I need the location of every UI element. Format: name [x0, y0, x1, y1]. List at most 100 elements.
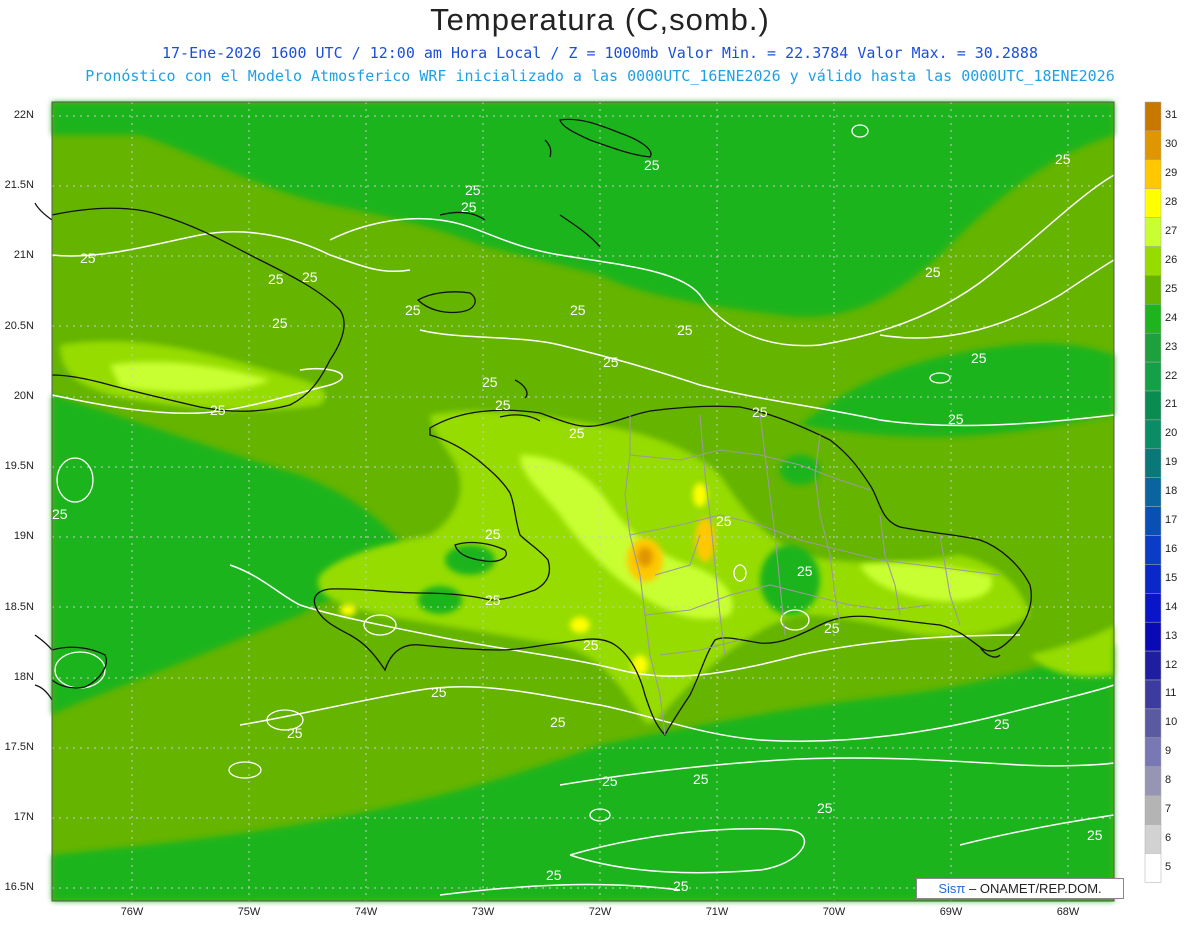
- contour-label: 25: [673, 878, 689, 894]
- colorbar-swatch: [1144, 390, 1162, 421]
- colorbar-label: 21: [1165, 398, 1178, 411]
- lat-label: 19.5N: [4, 460, 34, 472]
- lon-label: 73W: [471, 906, 495, 918]
- colorbar-label: 18: [1165, 485, 1178, 498]
- contour-label: 25: [994, 716, 1010, 732]
- contour-label: 25: [644, 157, 660, 173]
- contour-label: 25: [272, 315, 288, 331]
- colorbar-label: 19: [1165, 456, 1178, 469]
- contour-label: 25: [817, 800, 833, 816]
- contour-label: 25: [1087, 827, 1103, 843]
- colorbar-swatch: [1144, 275, 1162, 305]
- colorbar-swatch: [1144, 419, 1162, 450]
- colorbar-swatch: [1144, 246, 1162, 276]
- contour-label: 25: [716, 513, 732, 529]
- contour-label: 25: [603, 354, 619, 370]
- colorbar-swatch: [1144, 217, 1162, 247]
- lon-label: 70W: [822, 906, 846, 918]
- credit-box: Sisπ – ONAMET/REP.DOM.: [916, 878, 1124, 899]
- colorbar-swatch: [1144, 361, 1162, 392]
- colorbar-label: 14: [1165, 600, 1178, 613]
- colorbar-label: 26: [1165, 253, 1178, 266]
- lat-label: 21.5N: [4, 179, 34, 191]
- colorbar-swatch: [1144, 535, 1162, 565]
- map-title: Temperatura (C,somb.): [430, 2, 770, 37]
- colorbar-label: 30: [1165, 138, 1178, 151]
- contour-label: 25: [1055, 151, 1071, 167]
- contour-label: 25: [824, 620, 840, 636]
- contour-label: 25: [268, 271, 284, 287]
- colorbar-label: 7: [1165, 803, 1172, 816]
- contour-label: 25: [569, 425, 585, 441]
- lon-label: 68W: [1056, 906, 1080, 918]
- map-subtitle: 17-Ene-2026 1600 UTC / 12:00 am Hora Loc…: [162, 44, 1038, 62]
- colorbar-label: 11: [1165, 687, 1177, 700]
- contour-label: 25: [485, 526, 501, 542]
- colorbar-swatch: [1144, 795, 1162, 825]
- contour-label: 25: [431, 684, 447, 700]
- colorbar-label: 22: [1165, 369, 1178, 382]
- colorbar: [1144, 101, 1162, 883]
- colorbar-swatch: [1144, 101, 1162, 132]
- contour-label: 25: [405, 302, 421, 318]
- colorbar-label: 20: [1165, 427, 1178, 440]
- colorbar-label: 17: [1165, 514, 1178, 527]
- contour-label: 25: [602, 773, 618, 789]
- contour-label: 25: [80, 250, 96, 266]
- model-info: Pronóstico con el Modelo Atmosferico WRF…: [85, 67, 1115, 85]
- lat-label: 21N: [13, 249, 34, 261]
- colorbar-swatch: [1144, 708, 1162, 739]
- contour-label: 25: [546, 867, 562, 883]
- contour-label: 25: [971, 350, 987, 366]
- colorbar-label: 24: [1165, 311, 1178, 324]
- contour-label: 25: [461, 199, 477, 215]
- colorbar-swatch: [1144, 650, 1162, 681]
- contour-label: 25: [465, 182, 481, 198]
- colorbar-label: 31: [1165, 109, 1178, 122]
- colorbar-label: 9: [1165, 745, 1172, 758]
- colorbar-swatch: [1144, 824, 1162, 854]
- colorbar-swatch: [1144, 766, 1162, 796]
- credit-text: – ONAMET/REP.DOM.: [968, 881, 1102, 896]
- colorbar-label: 13: [1165, 629, 1178, 642]
- sis-logo-text: Sisπ: [938, 881, 966, 896]
- contour-label: 25: [210, 402, 226, 418]
- colorbar-label: 25: [1165, 282, 1178, 295]
- colorbar-swatch: [1144, 130, 1162, 161]
- colorbar-label: 8: [1165, 774, 1172, 787]
- colorbar-label: 23: [1165, 340, 1178, 353]
- colorbar-swatch: [1144, 679, 1162, 710]
- colorbar-swatch: [1144, 737, 1162, 767]
- lat-label: 20.5N: [4, 320, 34, 332]
- contour-label: 25: [302, 269, 318, 285]
- contour-label: 25: [925, 264, 941, 280]
- colorbar-label: 28: [1165, 196, 1178, 209]
- colorbar-label: 27: [1165, 225, 1178, 238]
- contour-label: 25: [485, 592, 501, 608]
- lon-label: 71W: [705, 906, 729, 918]
- colorbar-swatch: [1144, 332, 1162, 363]
- contour-label: 25: [550, 714, 566, 730]
- colorbar-swatch: [1144, 621, 1162, 652]
- colorbar-swatch: [1144, 188, 1162, 218]
- lat-label: 16.5N: [4, 881, 34, 893]
- contour-label: 25: [52, 506, 68, 522]
- lon-label: 69W: [939, 906, 963, 918]
- contour-label: 25: [287, 725, 303, 741]
- colorbar-label: 6: [1165, 831, 1172, 844]
- colorbar-label: 5: [1165, 860, 1172, 873]
- colorbar-swatch: [1144, 506, 1162, 536]
- lat-label: 19N: [13, 530, 34, 542]
- colorbar-swatch: [1144, 448, 1162, 478]
- contour-label: 25: [482, 374, 498, 390]
- colorbar-swatch: [1144, 159, 1162, 189]
- lon-label: 75W: [237, 906, 261, 918]
- colorbar-label: 12: [1165, 658, 1178, 671]
- temperature-map: 25 25 25 25 25 25 25 25 25 25 25 25 25 2…: [34, 101, 1162, 902]
- colorbar-label: 29: [1165, 167, 1178, 180]
- contour-label: 25: [948, 411, 964, 427]
- colorbar-swatch: [1144, 477, 1162, 507]
- colorbar-swatch: [1144, 564, 1162, 594]
- colorbar-label: 15: [1165, 571, 1178, 584]
- lat-label: 17.5N: [4, 741, 34, 753]
